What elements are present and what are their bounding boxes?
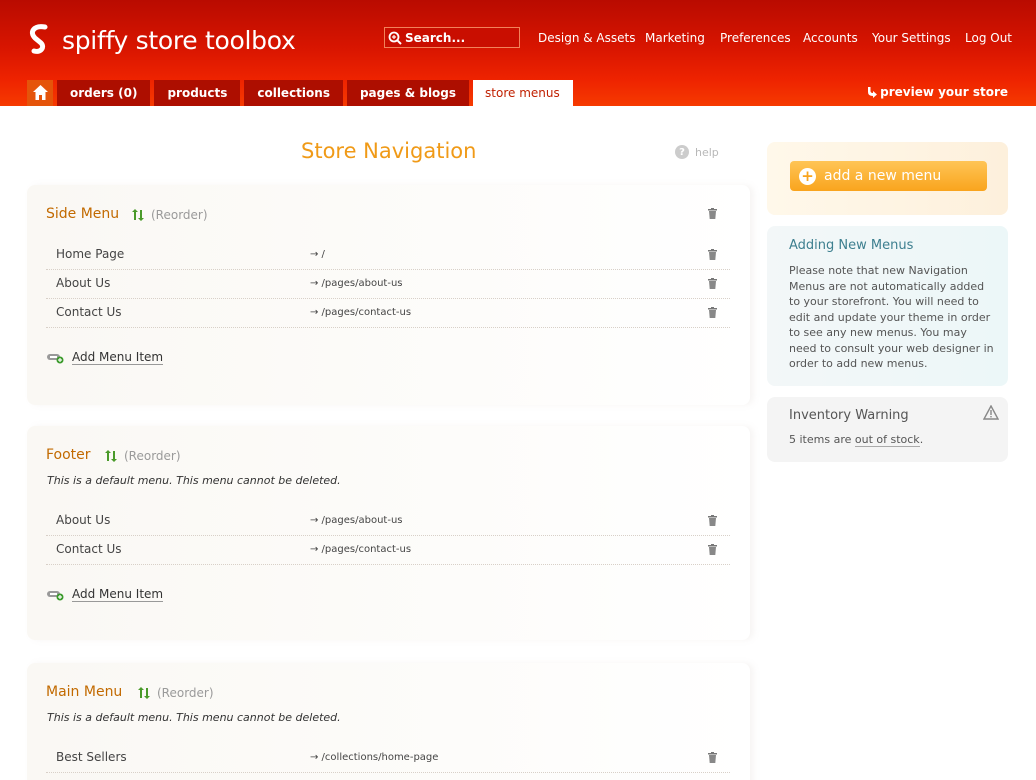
tab-store-menus[interactable]: store menus [473, 80, 573, 106]
help-label: help [695, 145, 719, 159]
menu-box-main-menu: Main Menu (Reorder) This is a default me… [27, 663, 750, 780]
reorder-label: (Reorder) [151, 208, 208, 222]
menu-title: Footer [46, 447, 91, 463]
preview-arrow-icon [868, 87, 878, 98]
nav-marketing[interactable]: Marketing [645, 31, 705, 45]
menu-box-side-menu: Side Menu (Reorder) Home Page → / About … [27, 185, 750, 405]
add-menu-item-button[interactable]: Add Menu Item [47, 587, 164, 602]
menu-item-row[interactable]: Best Sellers → /collections/home-page [46, 744, 730, 773]
delete-item-icon[interactable] [708, 249, 717, 260]
nav-accounts[interactable]: Accounts [803, 31, 858, 45]
default-menu-note: This is a default menu. This menu cannot… [47, 711, 341, 724]
preview-store-link[interactable]: preview your store [865, 85, 1008, 99]
menu-item-row[interactable]: Contact Us → /pages/contact-us [46, 536, 730, 565]
menu-item-link: → /pages/contact-us [310, 307, 412, 318]
delete-item-icon[interactable] [708, 544, 717, 555]
add-menu-panel: + add a new menu [767, 142, 1008, 215]
menu-item-link: → /collections/home-page [310, 752, 439, 763]
tab-pages-blogs[interactable]: pages & blogs [346, 80, 470, 106]
menu-item-link: → /pages/about-us [310, 278, 403, 289]
add-menu-item-label: Add Menu Item [72, 350, 164, 365]
reorder-link[interactable]: (Reorder) [131, 208, 208, 222]
add-link-icon [47, 590, 64, 600]
menu-item-row[interactable]: About Us → /pages/about-us [46, 507, 730, 536]
menu-item-row[interactable]: About Us → /pages/about-us [46, 270, 730, 299]
menu-item-label: Best Sellers [56, 750, 127, 764]
delete-item-icon[interactable] [708, 307, 717, 318]
reorder-icon [105, 450, 117, 462]
menu-item-link: → / [310, 249, 325, 260]
reorder-label: (Reorder) [157, 686, 214, 700]
add-link-icon [47, 353, 64, 363]
info-text: Please note that new Navigation Menus ar… [789, 264, 994, 370]
nav-your-settings[interactable]: Your Settings [872, 31, 951, 45]
add-menu-item-label: Add Menu Item [72, 587, 164, 602]
menu-item-label: About Us [56, 513, 111, 527]
page-title: Store Navigation [301, 139, 477, 163]
top-nav: Design & Assets Marketing Preferences Ac… [0, 31, 1036, 47]
tab-products[interactable]: products [154, 80, 241, 106]
menu-item-row[interactable]: Contact Us → /pages/contact-us [46, 299, 730, 328]
inventory-title: Inventory Warning [789, 408, 909, 423]
reorder-icon [138, 687, 150, 699]
main-tabs: orders (0) products collections pages & … [27, 80, 577, 106]
delete-item-icon[interactable] [708, 515, 717, 526]
reorder-link[interactable]: (Reorder) [137, 686, 214, 700]
help-link[interactable]: ? help [675, 145, 719, 159]
nav-design-assets[interactable]: Design & Assets [538, 31, 635, 45]
menu-item-label: Contact Us [56, 542, 122, 556]
warning-icon [983, 405, 999, 420]
add-menu-item-button[interactable]: Add Menu Item [47, 350, 164, 365]
delete-item-icon[interactable] [708, 752, 717, 763]
tab-collections[interactable]: collections [244, 80, 343, 106]
inventory-suffix: . [919, 433, 924, 446]
out-of-stock-link[interactable]: out of stock [854, 433, 920, 447]
inventory-prefix: 5 items are [789, 433, 855, 446]
info-title: Adding New Menus [789, 238, 914, 253]
menu-item-link: → /pages/contact-us [310, 544, 412, 555]
tab-home[interactable] [27, 80, 53, 106]
reorder-link[interactable]: (Reorder) [104, 449, 181, 463]
adding-menus-info-panel: Adding New Menus Please note that new Na… [767, 226, 1008, 386]
menu-item-label: About Us [56, 276, 111, 290]
reorder-icon [132, 209, 144, 221]
menu-item-row[interactable]: Home Page → / [46, 241, 730, 270]
default-menu-note: This is a default menu. This menu cannot… [47, 474, 341, 487]
inventory-text: 5 items are out of stock. [789, 433, 924, 447]
menu-title: Main Menu [46, 684, 123, 700]
inventory-warning-panel: Inventory Warning 5 items are out of sto… [767, 397, 1008, 462]
menu-title: Side Menu [46, 206, 120, 222]
menu-item-link: → /pages/about-us [310, 515, 403, 526]
menu-box-footer: Footer (Reorder) This is a default menu.… [27, 426, 750, 640]
home-icon [33, 85, 48, 100]
nav-preferences[interactable]: Preferences [720, 31, 791, 45]
menu-item-label: Home Page [56, 247, 125, 261]
preview-label: preview your store [880, 85, 1008, 99]
tab-orders[interactable]: orders (0) [57, 80, 151, 106]
app-header: spiffy store toolbox Search... Design & … [0, 0, 1036, 106]
plus-icon: + [799, 168, 816, 185]
delete-item-icon[interactable] [708, 278, 717, 289]
reorder-label: (Reorder) [124, 449, 181, 463]
delete-menu-icon[interactable] [708, 208, 717, 219]
help-icon: ? [675, 145, 689, 159]
nav-log-out[interactable]: Log Out [965, 31, 1012, 45]
add-new-menu-button[interactable]: + add a new menu [790, 161, 987, 191]
add-new-menu-label: add a new menu [824, 168, 942, 184]
menu-item-label: Contact Us [56, 305, 122, 319]
